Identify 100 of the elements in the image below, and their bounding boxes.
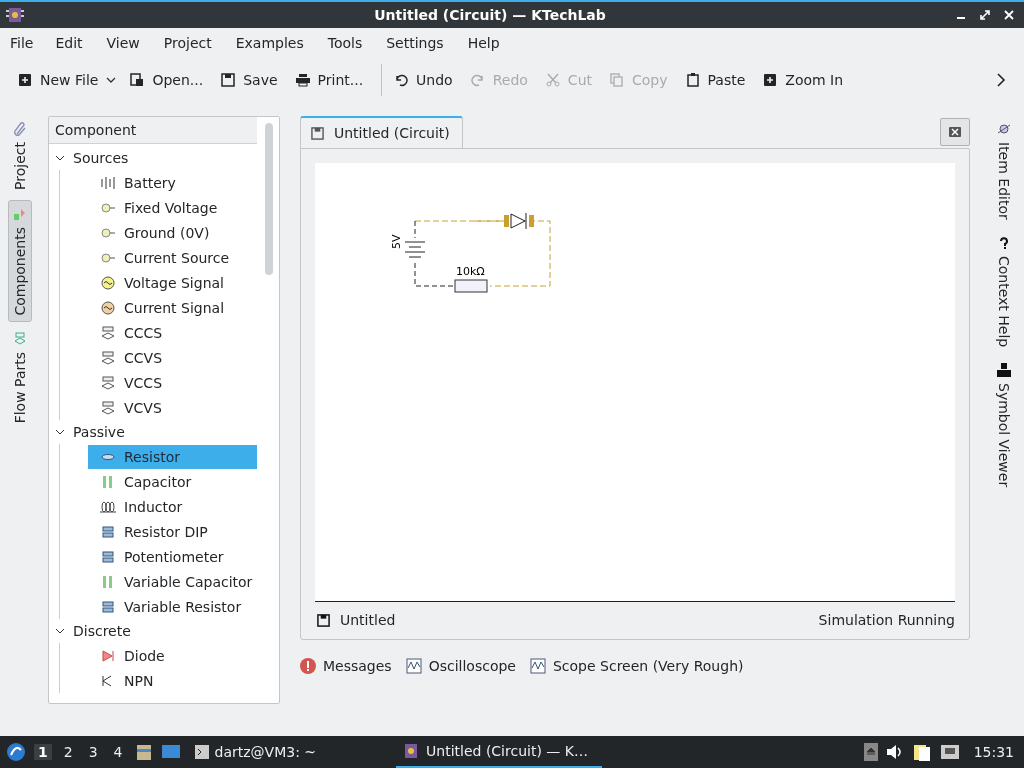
tree-item[interactable]: NPN (88, 668, 257, 693)
tool-view-tab[interactable]: Scope Screen (Very Rough) (529, 658, 744, 674)
column-header: Component (49, 117, 257, 144)
menu-item[interactable]: Examples (235, 35, 316, 51)
tree-category[interactable]: Discrete (49, 619, 257, 643)
tree-item[interactable]: Diode (88, 643, 257, 668)
toolbar-button[interactable]: Undo (390, 68, 463, 92)
save-icon (317, 613, 330, 627)
workspace-button[interactable]: 1 (34, 744, 52, 760)
component-icon (100, 400, 116, 415)
menu-item[interactable]: File (10, 35, 46, 51)
menu-item[interactable]: Settings (386, 35, 456, 51)
maximize-icon[interactable] (980, 10, 990, 20)
component-icon (100, 549, 116, 564)
component-icon (100, 524, 116, 539)
plus-icon (763, 73, 778, 87)
side-tab[interactable]: Components (8, 199, 32, 323)
tree-category[interactable]: Passive (49, 420, 257, 444)
side-tab[interactable]: Flow Parts (9, 326, 31, 430)
taskbar-item[interactable]: dartz@VM3: ~ (188, 736, 329, 768)
side-tab[interactable]: Symbol Viewer (993, 357, 1015, 494)
tree-item[interactable]: Variable Capacitor (88, 569, 257, 594)
battery-symbol (404, 241, 426, 258)
tree-item[interactable]: Ground (0V) (88, 220, 257, 245)
tree-item[interactable]: CCCS (88, 320, 257, 345)
waveform-icon (405, 658, 422, 674)
menu-item[interactable]: View (106, 35, 152, 51)
chevron-down-icon[interactable] (55, 626, 65, 636)
tree-item[interactable]: VCCS (88, 370, 257, 395)
workspace-button[interactable]: 4 (109, 744, 127, 760)
side-tab[interactable]: Project (9, 116, 31, 196)
toolbar-button[interactable]: Paste (681, 68, 756, 92)
menu-item[interactable]: Tools (327, 35, 375, 51)
workspace-button[interactable]: 3 (84, 744, 102, 760)
taskbar-item[interactable]: Untitled (Circuit) — K… (396, 736, 603, 768)
tree-item[interactable]: Current Signal (88, 295, 257, 320)
tool-view-tab[interactable]: Messages (300, 658, 392, 674)
toolbar-button[interactable]: New File (14, 68, 109, 92)
menu-item[interactable]: Help (467, 35, 512, 51)
component-icon (100, 300, 116, 315)
save-icon (221, 73, 236, 87)
print-icon (295, 73, 310, 87)
start-menu-icon[interactable] (6, 742, 26, 762)
tree-item[interactable]: VCVS (88, 395, 257, 420)
toolbar-button[interactable]: Open... (126, 68, 214, 92)
component-icon (100, 350, 116, 365)
component-icon (100, 275, 116, 290)
menu-item[interactable]: Edit (55, 35, 95, 51)
category-label: Discrete (73, 623, 131, 639)
close-tab-button[interactable] (940, 118, 970, 146)
component-icon (100, 648, 116, 663)
waveform-icon (529, 658, 546, 674)
tree-item[interactable]: Current Source (88, 245, 257, 270)
network-icon[interactable] (939, 744, 960, 760)
caret-icon[interactable] (106, 77, 117, 83)
plus-icon (18, 73, 32, 87)
chevron-down-icon[interactable] (55, 427, 65, 437)
tree-item[interactable]: Voltage Signal (88, 270, 257, 295)
tree-item[interactable]: Inductor (88, 494, 257, 519)
desktop-icon[interactable] (160, 743, 181, 761)
menu-item[interactable]: Project (163, 35, 224, 51)
tree-item[interactable]: Variable Resistor (88, 594, 257, 619)
question-icon (997, 235, 1011, 250)
tree-item[interactable]: Fixed Voltage (88, 195, 257, 220)
document-tab[interactable]: Untitled (Circuit) (300, 116, 463, 148)
planet-icon (997, 122, 1011, 136)
toolbar-button[interactable]: Print... (291, 68, 374, 92)
toolbar-button[interactable]: Zoom In (759, 68, 854, 92)
simulation-status: Simulation Running (818, 612, 955, 629)
tree-item[interactable]: CCVS (88, 345, 257, 370)
side-tab[interactable]: Context Help (993, 229, 1015, 353)
eject-icon[interactable] (863, 743, 878, 761)
chevron-right-icon[interactable] (997, 73, 1006, 87)
tree-item[interactable]: Potentiometer (88, 544, 257, 569)
scrollbar[interactable] (265, 123, 273, 275)
chevron-down-icon[interactable] (55, 153, 65, 163)
diode-symbol (504, 212, 534, 230)
component-icon (100, 499, 116, 514)
file-name: Untitled (340, 612, 396, 629)
terminal-icon (194, 745, 209, 759)
category-label: Sources (73, 150, 129, 166)
component-icon (100, 599, 116, 614)
close-icon[interactable] (1004, 10, 1014, 20)
tree-category[interactable]: Sources (49, 146, 257, 170)
file-manager-icon[interactable] (134, 743, 153, 761)
tree-item[interactable]: Capacitor (88, 469, 257, 494)
notes-icon[interactable] (911, 742, 932, 762)
tree-item[interactable]: Resistor DIP (88, 519, 257, 544)
components-icon (13, 206, 27, 221)
side-tab[interactable]: Item Editor (993, 116, 1015, 226)
clock: 15:31 (973, 744, 1014, 760)
component-icon (100, 200, 116, 215)
cut-icon (545, 73, 560, 87)
workspace-button[interactable]: 2 (59, 744, 77, 760)
close-icon (949, 126, 961, 138)
toolbar-button[interactable]: Save (217, 68, 288, 92)
tool-view-tab[interactable]: Oscilloscope (405, 658, 516, 674)
tree-item[interactable]: Resistor (88, 444, 257, 469)
tree-item[interactable]: Battery (88, 170, 257, 195)
volume-icon[interactable] (885, 744, 904, 760)
